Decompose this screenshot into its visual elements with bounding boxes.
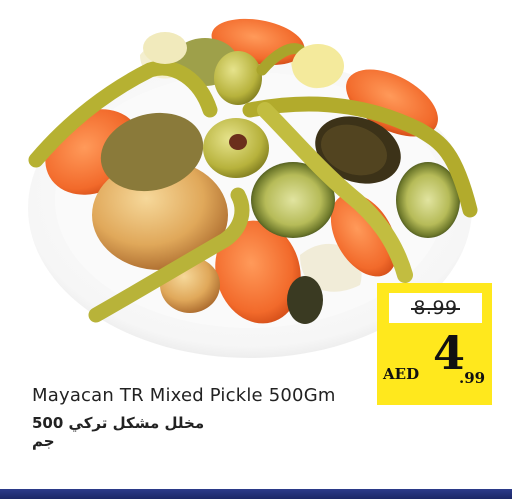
bottom-brand-bar bbox=[0, 489, 512, 499]
price-decimal: .99 bbox=[459, 369, 486, 387]
product-title-en: Mayacan TR Mixed Pickle 500Gm bbox=[32, 385, 336, 406]
currency-label: AED bbox=[383, 365, 420, 383]
old-price-box: 8.99 bbox=[389, 293, 482, 323]
product-title-ar: مخلل مشكل تركي 500 جم bbox=[32, 414, 205, 450]
old-price: 8.99 bbox=[411, 297, 460, 319]
